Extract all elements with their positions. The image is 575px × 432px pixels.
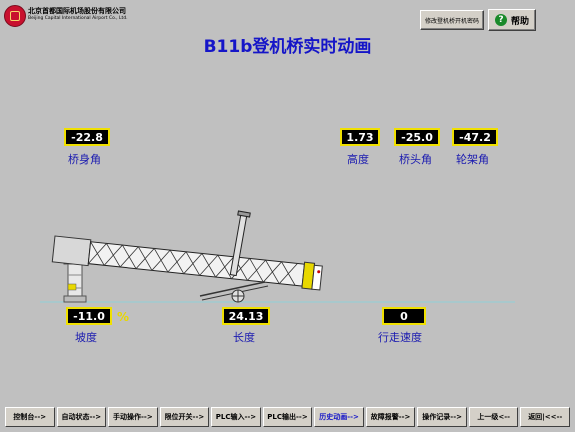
- height-label: 高度: [347, 153, 369, 166]
- nav-console-button[interactable]: 控制台-->: [5, 407, 55, 427]
- nav-operation-log-button[interactable]: 操作记录-->: [417, 407, 467, 427]
- slope-value: -11.0: [66, 307, 112, 325]
- help-button-label: 帮助: [510, 16, 529, 27]
- wheel-bogie-icon: [199, 281, 269, 303]
- wheel-angle-label: 轮架角: [456, 153, 489, 166]
- help-icon: ?: [494, 14, 507, 26]
- travel-speed-label: 行走速度: [378, 331, 422, 344]
- bridge-animation-scene: [40, 210, 515, 303]
- nav-up-level-button[interactable]: 上一级<--: [468, 407, 519, 427]
- bottom-navigation-toolbar: 控制台--> 自动状态--> 手动操作--> 限位开关--> PLC输入--> …: [5, 407, 571, 427]
- head-angle-value: -25.0: [394, 128, 440, 146]
- nav-manual-operation-button[interactable]: 手动操作-->: [108, 407, 158, 427]
- nav-plc-input-button[interactable]: PLC输入-->: [211, 407, 261, 427]
- change-password-button[interactable]: 修改登机桥开机密码: [420, 10, 484, 30]
- wheel-angle-value: -47.2: [452, 128, 498, 146]
- travel-speed-value: 0: [382, 307, 426, 325]
- nav-return-button[interactable]: 返回|<<--: [520, 407, 571, 427]
- nav-limit-switch-button[interactable]: 限位开关-->: [159, 407, 210, 427]
- nav-history-animation-button[interactable]: 历史动画-->: [314, 407, 364, 427]
- slope-label: 坡度: [75, 331, 97, 344]
- logo-emblem-icon: [4, 5, 26, 27]
- logo-english-name: Beijing Capital International Airport Co…: [28, 16, 128, 21]
- bridge-angle-value: -22.8: [64, 128, 110, 146]
- company-logo: 北京首都国际机场股份有限公司 Beijing Capital Internati…: [4, 5, 128, 29]
- length-value: 24.13: [222, 307, 270, 325]
- logo-chinese-name: 北京首都国际机场股份有限公司: [28, 7, 126, 15]
- head-angle-label: 桥头角: [399, 153, 432, 166]
- bridge-tunnel-icon: [51, 235, 323, 291]
- page-title: B11b登机桥实时动画: [203, 37, 372, 57]
- slope-unit: %: [117, 310, 130, 324]
- nav-auto-status-button[interactable]: 自动状态-->: [56, 407, 107, 427]
- nav-fault-alarm-button[interactable]: 故障报警-->: [365, 407, 416, 427]
- length-label: 长度: [233, 331, 255, 344]
- nav-plc-output-button[interactable]: PLC输出-->: [262, 407, 313, 427]
- height-value: 1.73: [340, 128, 380, 146]
- help-button[interactable]: ? 帮助: [488, 9, 536, 31]
- bridge-angle-label: 桥身角: [68, 153, 101, 166]
